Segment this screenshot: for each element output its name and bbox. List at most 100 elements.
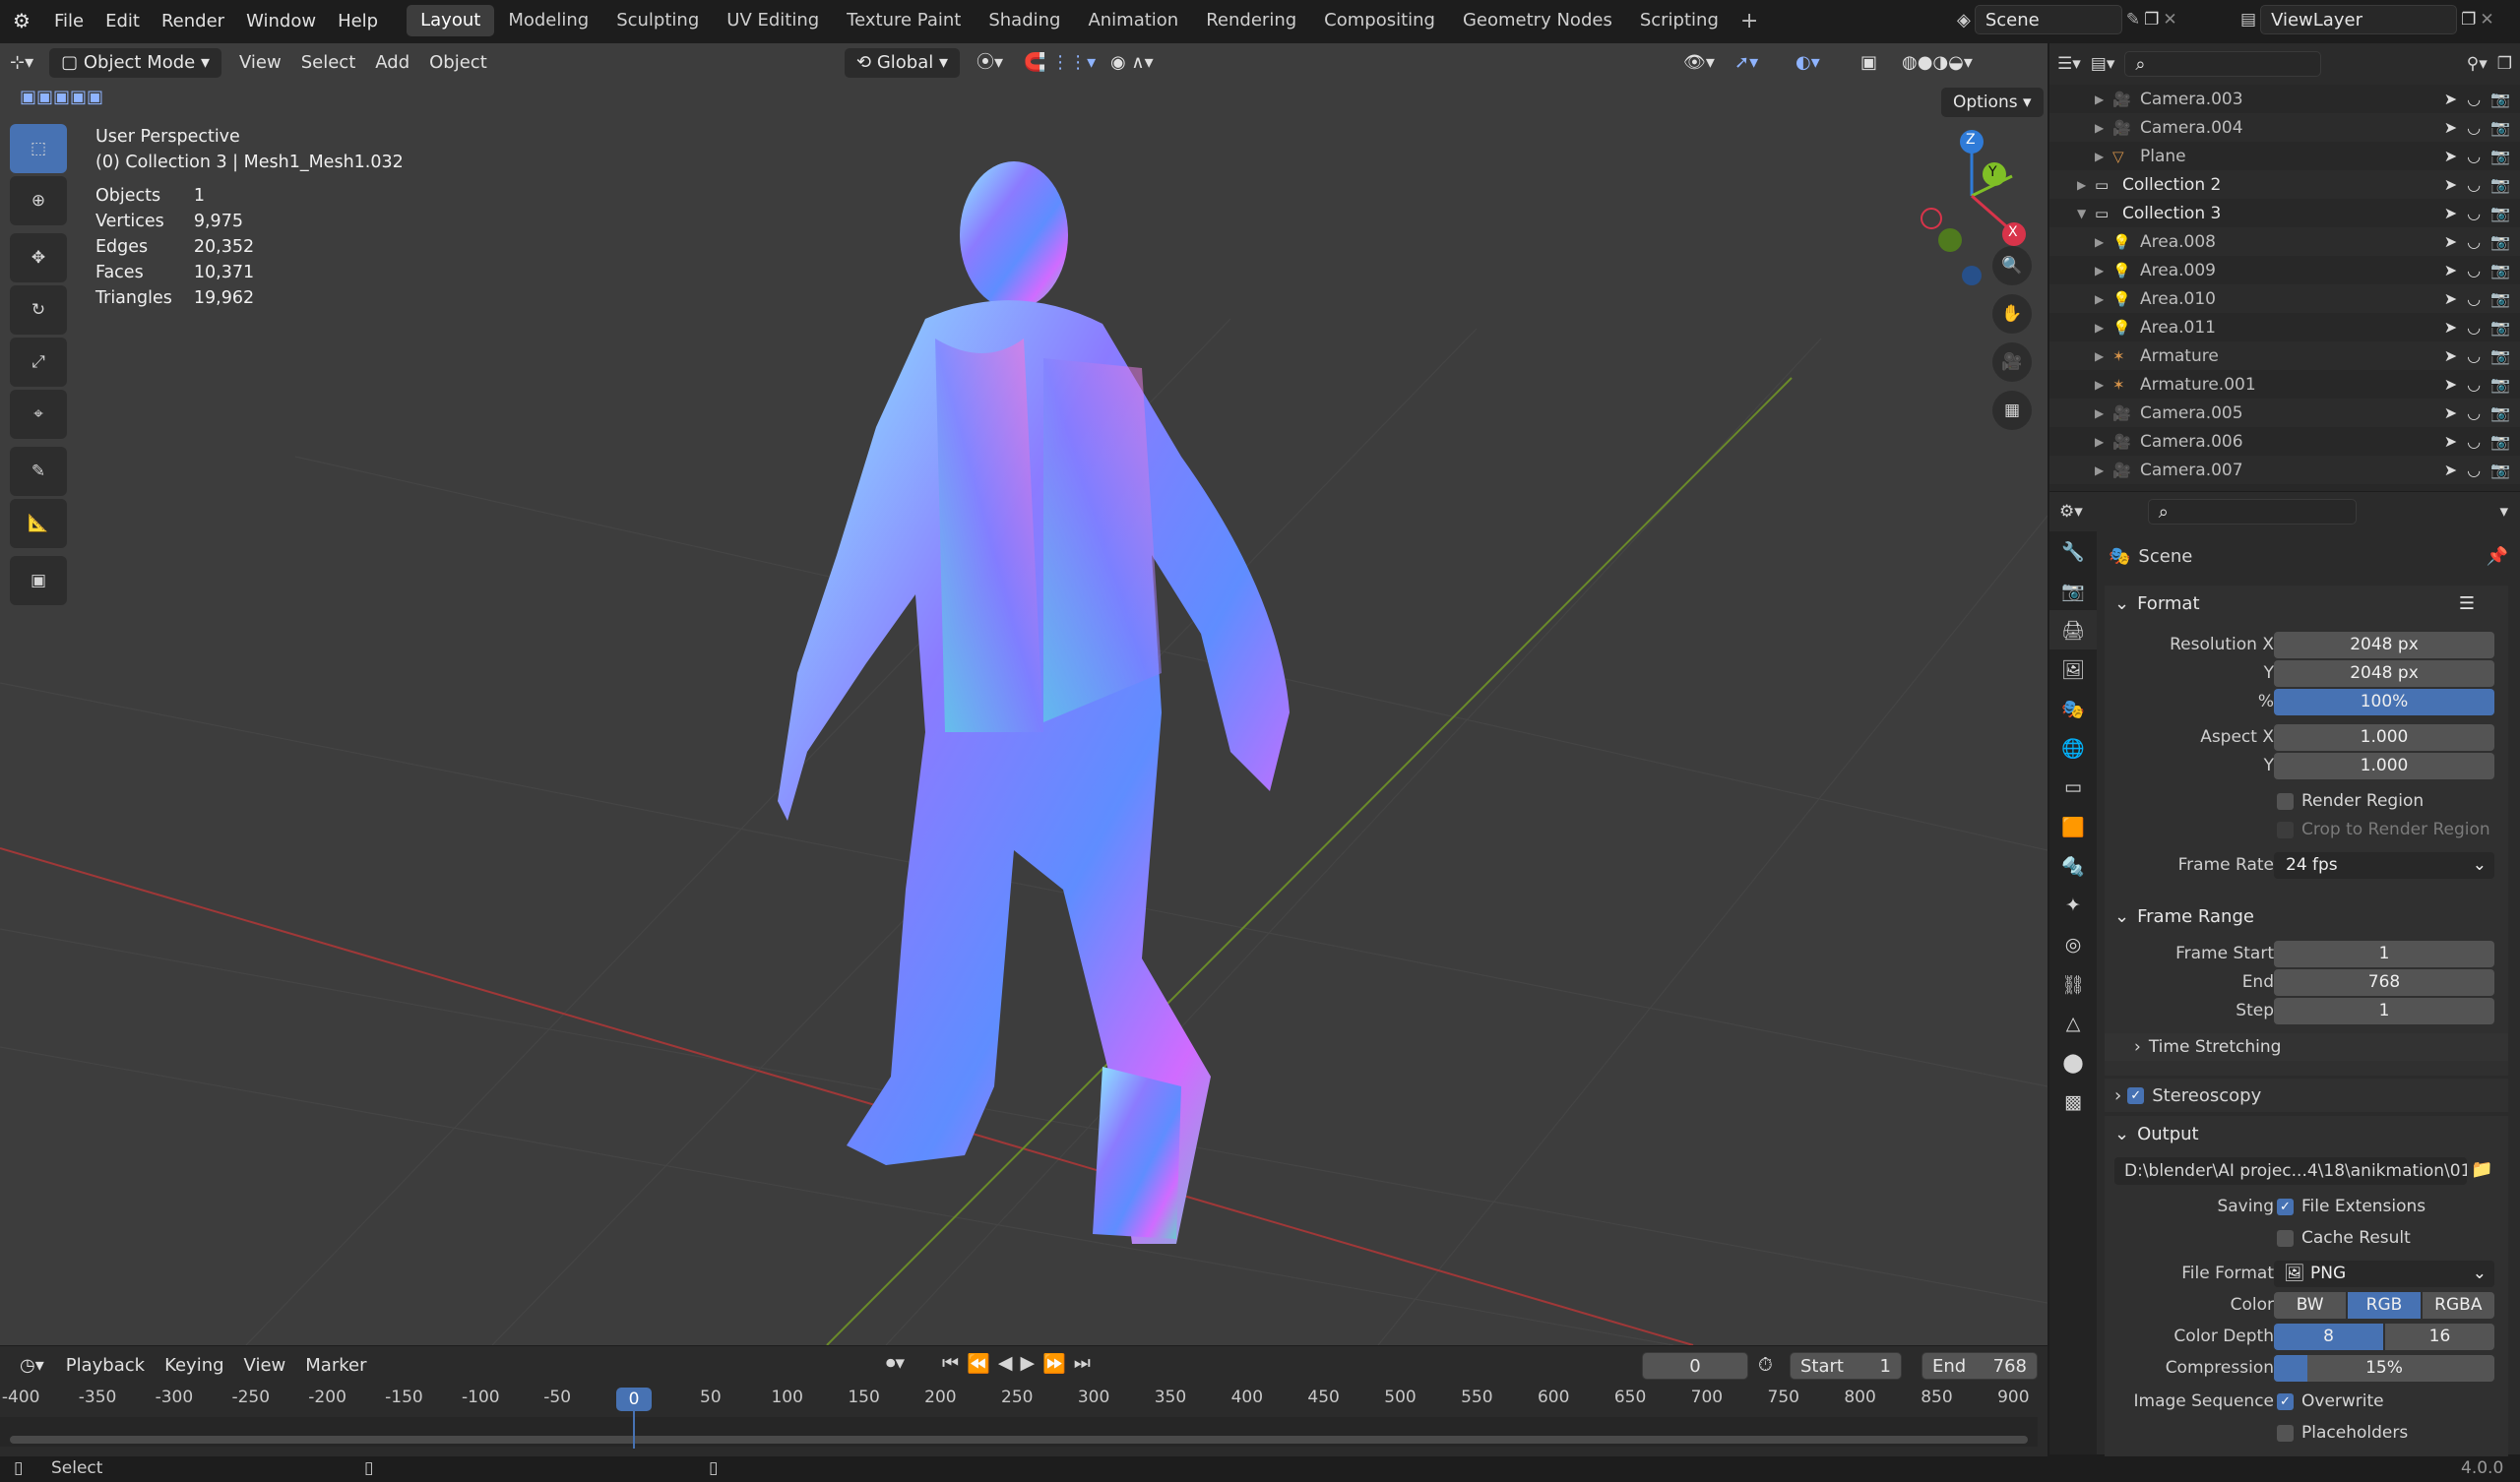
eye-icon[interactable]: ◡ (2467, 461, 2481, 479)
menu-render[interactable]: Render (151, 11, 235, 31)
menu-help[interactable]: Help (327, 11, 389, 31)
timeline-menu-playback[interactable]: Playback (56, 1351, 155, 1381)
render-region-checkbox[interactable]: Render Region (2105, 787, 2508, 815)
outliner-row[interactable]: ▼ ▭ Collection 3 ➤ ◡ 📷 (2049, 199, 2520, 227)
color-rgb-button[interactable]: RGB (2348, 1291, 2421, 1319)
constraints-tab-icon[interactable]: ⛓ (2049, 964, 2097, 1004)
frame-start-field[interactable]: 1 (2274, 940, 2494, 967)
render-toggle-icon[interactable]: 📷 (2490, 318, 2510, 337)
jump-start-icon[interactable]: ⏮ (942, 1352, 959, 1375)
crop-region-check[interactable] (2277, 821, 2294, 838)
tab-animation[interactable]: Animation (1074, 5, 1192, 36)
outliner-row[interactable]: ▶ 🎥 Camera.006 ➤ ◡ 📷 (2049, 427, 2520, 456)
viewport-menu-add[interactable]: Add (365, 48, 419, 78)
file-format-dropdown[interactable]: 🖼 PNG ⌄ (2274, 1260, 2494, 1287)
overlay-toggle-icon[interactable]: ◐▾ (1786, 48, 1830, 78)
tab-geometry-nodes[interactable]: Geometry Nodes (1449, 5, 1626, 36)
eye-icon[interactable]: ◡ (2467, 175, 2481, 194)
expand-arrow-icon[interactable]: ▶ (2095, 93, 2104, 106)
select-toggle-icon[interactable]: ➤ (2444, 204, 2457, 222)
outliner-row[interactable]: ▶ ✶ Armature.001 ➤ ◡ 📷 (2049, 370, 2520, 399)
stereoscopy-panel[interactable]: › ✓ Stereoscopy (2105, 1079, 2508, 1112)
expand-arrow-icon[interactable]: ▶ (2095, 435, 2104, 449)
filter-icon[interactable]: ⚲▾ (2467, 54, 2488, 74)
render-toggle-icon[interactable]: 📷 (2490, 432, 2510, 451)
properties-editor-icon[interactable]: ⚙▾ (2059, 502, 2083, 522)
render-region-check[interactable] (2277, 792, 2294, 810)
gizmo-toggle-icon[interactable]: ➚▾ (1725, 48, 1768, 78)
select-toggle-icon[interactable]: ➤ (2444, 461, 2457, 479)
snap-icon[interactable]: 🧲 ⋮⋮▾ (1014, 48, 1105, 78)
depth-8-button[interactable]: 8 (2274, 1323, 2383, 1350)
expand-arrow-icon[interactable]: ▶ (2095, 378, 2104, 392)
new-scene-icon[interactable]: ❐ (2144, 10, 2159, 30)
tab-layout[interactable]: Layout (407, 5, 495, 36)
menu-window[interactable]: Window (235, 11, 327, 31)
annotate-tool-icon[interactable]: ✎ (10, 447, 67, 496)
render-tab-icon[interactable]: 📷 (2049, 571, 2097, 610)
properties-search-input[interactable]: ⌕ (2147, 499, 2357, 525)
render-toggle-icon[interactable]: 📷 (2490, 289, 2510, 308)
outliner-row[interactable]: ▶ 🎥 Camera.004 ➤ ◡ 📷 (2049, 113, 2520, 142)
scene-tab-icon[interactable]: 🎭 (2049, 689, 2097, 728)
scene-selector[interactable]: Scene (1974, 5, 2122, 34)
eye-icon[interactable]: ◡ (2467, 318, 2481, 337)
frame-step-field[interactable]: 1 (2274, 997, 2494, 1024)
expand-arrow-icon[interactable]: ▶ (2095, 349, 2104, 363)
frame-range-header[interactable]: ⌄ Frame Range (2105, 898, 2508, 934)
select-mode-icons[interactable]: ▣▣▣▣▣ (10, 83, 113, 112)
expand-arrow-icon[interactable]: ▶ (2095, 292, 2104, 306)
color-rgba-button[interactable]: RGBA (2422, 1291, 2494, 1319)
jump-end-icon[interactable]: ⏭ (1074, 1352, 1091, 1375)
data-tab-icon[interactable]: △ (2049, 1004, 2097, 1043)
expand-arrow-icon[interactable]: ▶ (2095, 463, 2104, 477)
tab-texture-paint[interactable]: Texture Paint (833, 5, 975, 36)
select-toggle-icon[interactable]: ➤ (2444, 261, 2457, 279)
outliner-search-input[interactable]: ⌕ (2124, 51, 2322, 77)
file-extensions-checkbox[interactable]: ✓ (2277, 1198, 2294, 1215)
character-mesh[interactable] (778, 161, 1290, 1244)
expand-arrow-icon[interactable]: ▶ (2095, 321, 2104, 335)
zoom-icon[interactable]: 🔍 (1992, 246, 2032, 285)
playhead-marker[interactable]: 0 (616, 1388, 652, 1411)
play-icon[interactable]: ▶ (1020, 1352, 1035, 1375)
grid-ortho-icon[interactable]: ▦ (1992, 391, 2032, 430)
collapse-icon[interactable]: ▾ (2499, 502, 2508, 522)
physics-tab-icon[interactable]: ◎ (2049, 925, 2097, 964)
select-toggle-icon[interactable]: ➤ (2444, 175, 2457, 194)
pivot-icon[interactable]: ⦿▾ (967, 48, 1013, 78)
visibility-icon[interactable]: 👁▾ (1673, 48, 1725, 78)
measure-tool-icon[interactable]: 📐 (10, 499, 67, 548)
eye-icon[interactable]: ◡ (2467, 432, 2481, 451)
expand-arrow-icon[interactable]: ▶ (2095, 406, 2104, 420)
tab-uv-editing[interactable]: UV Editing (713, 5, 833, 36)
expand-arrow-icon[interactable]: ▶ (2095, 235, 2104, 249)
tab-shading[interactable]: Shading (975, 5, 1074, 36)
start-frame-field[interactable]: Start 1 (1790, 1352, 1902, 1380)
eye-icon[interactable]: ◡ (2467, 147, 2481, 165)
shading-modes-icon[interactable]: ◍●◑◒▾ (1892, 48, 1983, 78)
outliner-row[interactable]: ▶ 🎥 Camera.007 ➤ ◡ 📷 (2049, 456, 2520, 484)
outliner-row[interactable]: ▶ ▽ Plane ➤ ◡ 📷 (2049, 142, 2520, 170)
output-tab-icon[interactable]: 🖨 (2049, 610, 2097, 649)
select-toggle-icon[interactable]: ➤ (2444, 432, 2457, 451)
frame-rate-dropdown[interactable]: 24 fps ⌄ (2274, 851, 2494, 879)
viewport-menu-object[interactable]: Object (419, 48, 497, 78)
tool-tab-icon[interactable]: 🔧 (2049, 531, 2097, 571)
render-toggle-icon[interactable]: 📷 (2490, 403, 2510, 422)
cursor-tool-icon[interactable]: ⊕ (10, 176, 67, 225)
render-toggle-icon[interactable]: 📷 (2490, 346, 2510, 365)
collection-tab-icon[interactable]: ▭ (2049, 768, 2097, 807)
timeline-menu-view[interactable]: View (234, 1351, 296, 1381)
outliner-row[interactable]: ▶ 🎥 Camera.005 ➤ ◡ 📷 (2049, 399, 2520, 427)
eye-icon[interactable]: ◡ (2467, 232, 2481, 251)
cache-result-checkbox[interactable] (2277, 1229, 2294, 1247)
eye-icon[interactable]: ◡ (2467, 403, 2481, 422)
scale-tool-icon[interactable]: ⤢ (10, 338, 67, 387)
display-mode-icon[interactable]: ▤▾ (2091, 54, 2115, 74)
expand-arrow-icon[interactable]: ▶ (2095, 121, 2104, 135)
pin-icon[interactable]: ✎ (2126, 10, 2140, 30)
rotate-tool-icon[interactable]: ↻ (10, 285, 67, 335)
crop-region-checkbox[interactable]: Crop to Render Region (2105, 816, 2508, 843)
blender-logo-icon[interactable]: ⚙ (0, 9, 43, 32)
